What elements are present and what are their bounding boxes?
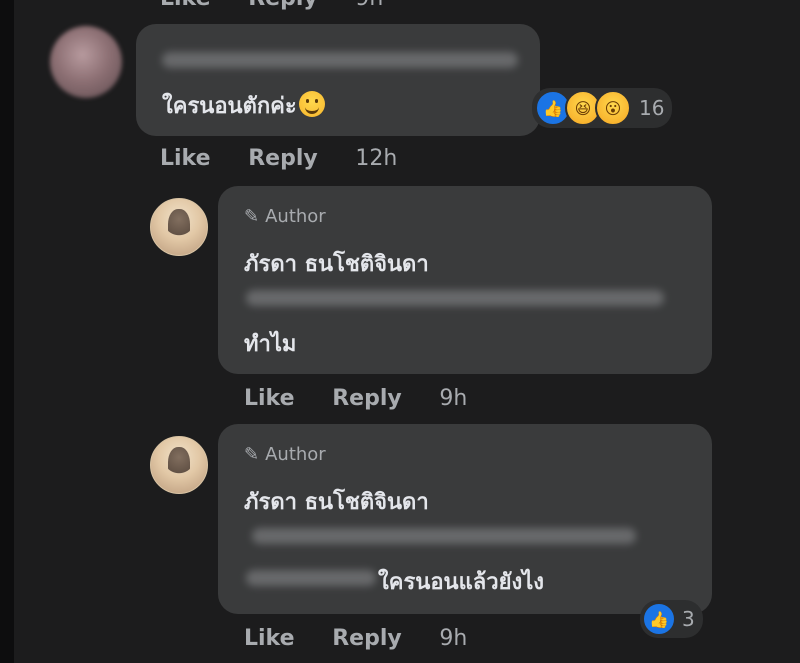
author-name[interactable]: ภัรดา ธนโชติจินดา	[244, 484, 429, 519]
blurred-tagged-name[interactable]	[246, 570, 376, 586]
top-action-row-partial: Like Reply 9h	[160, 0, 413, 11]
like-link[interactable]: Like	[244, 626, 295, 651]
like-icon: 👍	[642, 602, 676, 636]
comment-bubble: ใครนอนตักค่ะ	[136, 24, 540, 136]
author-badge: ✎ Author	[244, 206, 326, 227]
blurred-commenter-name[interactable]	[162, 52, 518, 68]
author-avatar[interactable]	[150, 198, 208, 256]
commenter-avatar[interactable]	[50, 26, 122, 98]
reply-link[interactable]: Reply	[332, 386, 402, 411]
author-name[interactable]: ภัรดา ธนโชติจินดา	[244, 246, 429, 281]
timestamp[interactable]: 12h	[355, 146, 397, 171]
reply-text: ทำไม	[244, 332, 297, 357]
reply-link[interactable]: Reply	[248, 0, 318, 11]
reply-actions: Like Reply 9h	[244, 386, 497, 411]
reply-text: ใครนอนแล้วยังไง	[378, 570, 545, 595]
blurred-tagged-name[interactable]	[246, 290, 664, 306]
author-avatar[interactable]	[150, 436, 208, 494]
reaction-count: 3	[682, 607, 695, 631]
reaction-summary[interactable]: 👍 3	[640, 600, 703, 638]
reaction-count: 16	[639, 96, 665, 120]
reaction-summary[interactable]: 👍 😆 😮 16	[532, 88, 673, 128]
timestamp[interactable]: 9h	[439, 626, 467, 651]
like-link[interactable]: Like	[244, 386, 295, 411]
smile-emoji-icon	[298, 91, 325, 117]
timestamp[interactable]: 9h	[439, 386, 467, 411]
like-link[interactable]: Like	[160, 146, 211, 171]
author-badge: ✎ Author	[244, 444, 326, 465]
reply-bubble: ✎ Author ภัรดา ธนโชติจินดา ทำไม	[218, 186, 712, 374]
like-link[interactable]: Like	[160, 0, 211, 11]
pen-icon: ✎	[244, 444, 260, 465]
wow-icon: 😮	[595, 90, 631, 126]
timestamp[interactable]: 9h	[355, 0, 383, 11]
blurred-tagged-text[interactable]	[252, 528, 636, 544]
comment-text: ใครนอนตักค่ะ	[162, 88, 325, 123]
comment-actions: Like Reply 12h	[160, 146, 427, 171]
reply-link[interactable]: Reply	[248, 146, 318, 171]
left-frame-edge	[0, 0, 14, 663]
pen-icon: ✎	[244, 206, 260, 227]
reply-bubble: ✎ Author ภัรดา ธนโชติจินดา ใครนอนแล้วยัง…	[218, 424, 712, 614]
reply-link[interactable]: Reply	[332, 626, 402, 651]
reply-actions: Like Reply 9h	[244, 626, 497, 651]
